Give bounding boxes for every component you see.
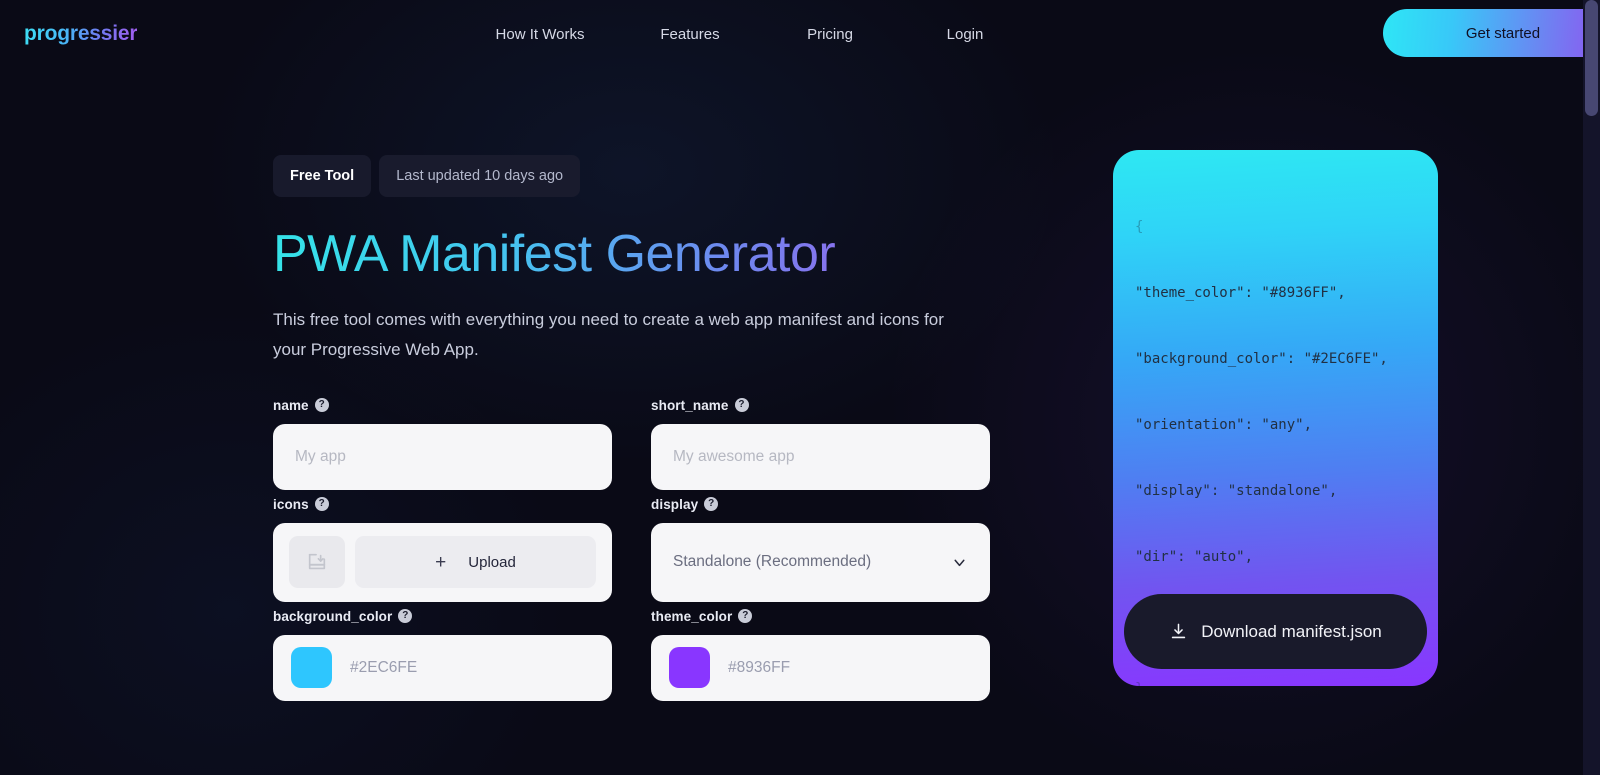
- top-navigation-bar: progressier How It Works Features Pricin…: [0, 0, 1600, 68]
- help-icon[interactable]: ?: [314, 398, 329, 413]
- icon-preview-slot[interactable]: [289, 536, 345, 589]
- field-label-name-text: name: [273, 397, 309, 413]
- progressier-logo[interactable]: progressier: [24, 22, 138, 46]
- download-manifest-button[interactable]: Download manifest.json: [1124, 594, 1427, 669]
- manifest-form: name ? short_name ? icons ?: [273, 398, 1013, 701]
- upload-button-label: Upload: [468, 553, 516, 571]
- page-scrollbar-track[interactable]: [1583, 0, 1600, 775]
- page-description: This free tool comes with everything you…: [273, 310, 944, 360]
- field-theme-color: theme_color ? #8936FF: [651, 609, 990, 701]
- nav-link-how-it-works[interactable]: How It Works: [460, 20, 620, 49]
- field-label-icons: icons ?: [273, 497, 612, 512]
- json-line: "dir": "auto",: [1135, 549, 1254, 565]
- field-label-background-color: background_color ?: [273, 609, 612, 624]
- get-started-button[interactable]: Get started: [1383, 9, 1600, 57]
- nav-link-pricing[interactable]: Pricing: [760, 20, 900, 49]
- field-name: name ?: [273, 398, 612, 490]
- field-label-name: name ?: [273, 398, 612, 413]
- help-icon[interactable]: ?: [738, 609, 753, 624]
- field-background-color: background_color ? #2EC6FE: [273, 609, 612, 701]
- page-scrollbar-thumb[interactable]: [1585, 0, 1598, 116]
- field-icons: icons ? + Upload: [273, 497, 612, 602]
- background-color-input[interactable]: #2EC6FE: [273, 634, 612, 701]
- icons-upload-area: + Upload: [273, 522, 612, 602]
- background-color-value: #2EC6FE: [350, 658, 418, 676]
- field-short-name: short_name ?: [651, 398, 990, 490]
- json-open-brace: {: [1135, 219, 1144, 235]
- short-name-input[interactable]: [651, 423, 990, 490]
- free-tool-badge: Free Tool: [273, 155, 372, 197]
- field-label-short-name: short_name ?: [651, 398, 990, 413]
- json-line: "orientation": "any",: [1135, 417, 1313, 433]
- download-icon: [1172, 623, 1186, 639]
- field-label-background-color-text: background_color: [273, 608, 393, 624]
- chevron-down-icon: [954, 559, 965, 566]
- download-manifest-label: Download manifest.json: [1201, 621, 1382, 641]
- json-line: "display": "standalone",: [1135, 483, 1338, 499]
- theme-color-swatch[interactable]: [669, 647, 710, 689]
- field-label-display: display ?: [651, 497, 990, 512]
- page-title: PWA Manifest Generator: [273, 225, 1013, 283]
- field-display: display ? Standalone (Recommended): [651, 497, 990, 602]
- help-icon[interactable]: ?: [398, 609, 413, 624]
- field-label-display-text: display: [651, 496, 699, 512]
- nav-link-features[interactable]: Features: [620, 20, 760, 49]
- last-updated-badge: Last updated 10 days ago: [379, 155, 581, 197]
- json-close-brace: }: [1135, 678, 1388, 686]
- background-color-swatch[interactable]: [291, 647, 332, 689]
- help-icon[interactable]: ?: [314, 497, 329, 512]
- field-label-theme-color-text: theme_color: [651, 608, 733, 624]
- help-icon[interactable]: ?: [734, 398, 749, 413]
- manifest-preview-panel: { "theme_color": "#8936FF", "background_…: [1113, 150, 1438, 686]
- field-label-short-name-text: short_name: [651, 397, 729, 413]
- download-tray-icon: [308, 554, 326, 570]
- display-select-value: Standalone (Recommended): [673, 553, 872, 571]
- field-label-icons-text: icons: [273, 496, 309, 512]
- display-select[interactable]: Standalone (Recommended): [651, 522, 990, 602]
- upload-button[interactable]: + Upload: [355, 536, 596, 589]
- json-line: "background_color": "#2EC6FE",: [1135, 351, 1388, 367]
- nav-links: How It Works Features Pricing Login: [460, 20, 1030, 49]
- badge-row: Free Tool Last updated 10 days ago: [273, 155, 1013, 197]
- json-line: "theme_color": "#8936FF",: [1135, 285, 1346, 301]
- field-label-theme-color: theme_color ?: [651, 609, 990, 624]
- nav-link-login[interactable]: Login: [900, 20, 1030, 49]
- plus-icon: +: [435, 551, 447, 573]
- theme-color-input[interactable]: #8936FF: [651, 634, 990, 701]
- name-input[interactable]: [273, 423, 612, 490]
- theme-color-value: #8936FF: [728, 658, 791, 676]
- help-icon[interactable]: ?: [704, 497, 719, 512]
- main-content: Free Tool Last updated 10 days ago PWA M…: [273, 155, 1013, 701]
